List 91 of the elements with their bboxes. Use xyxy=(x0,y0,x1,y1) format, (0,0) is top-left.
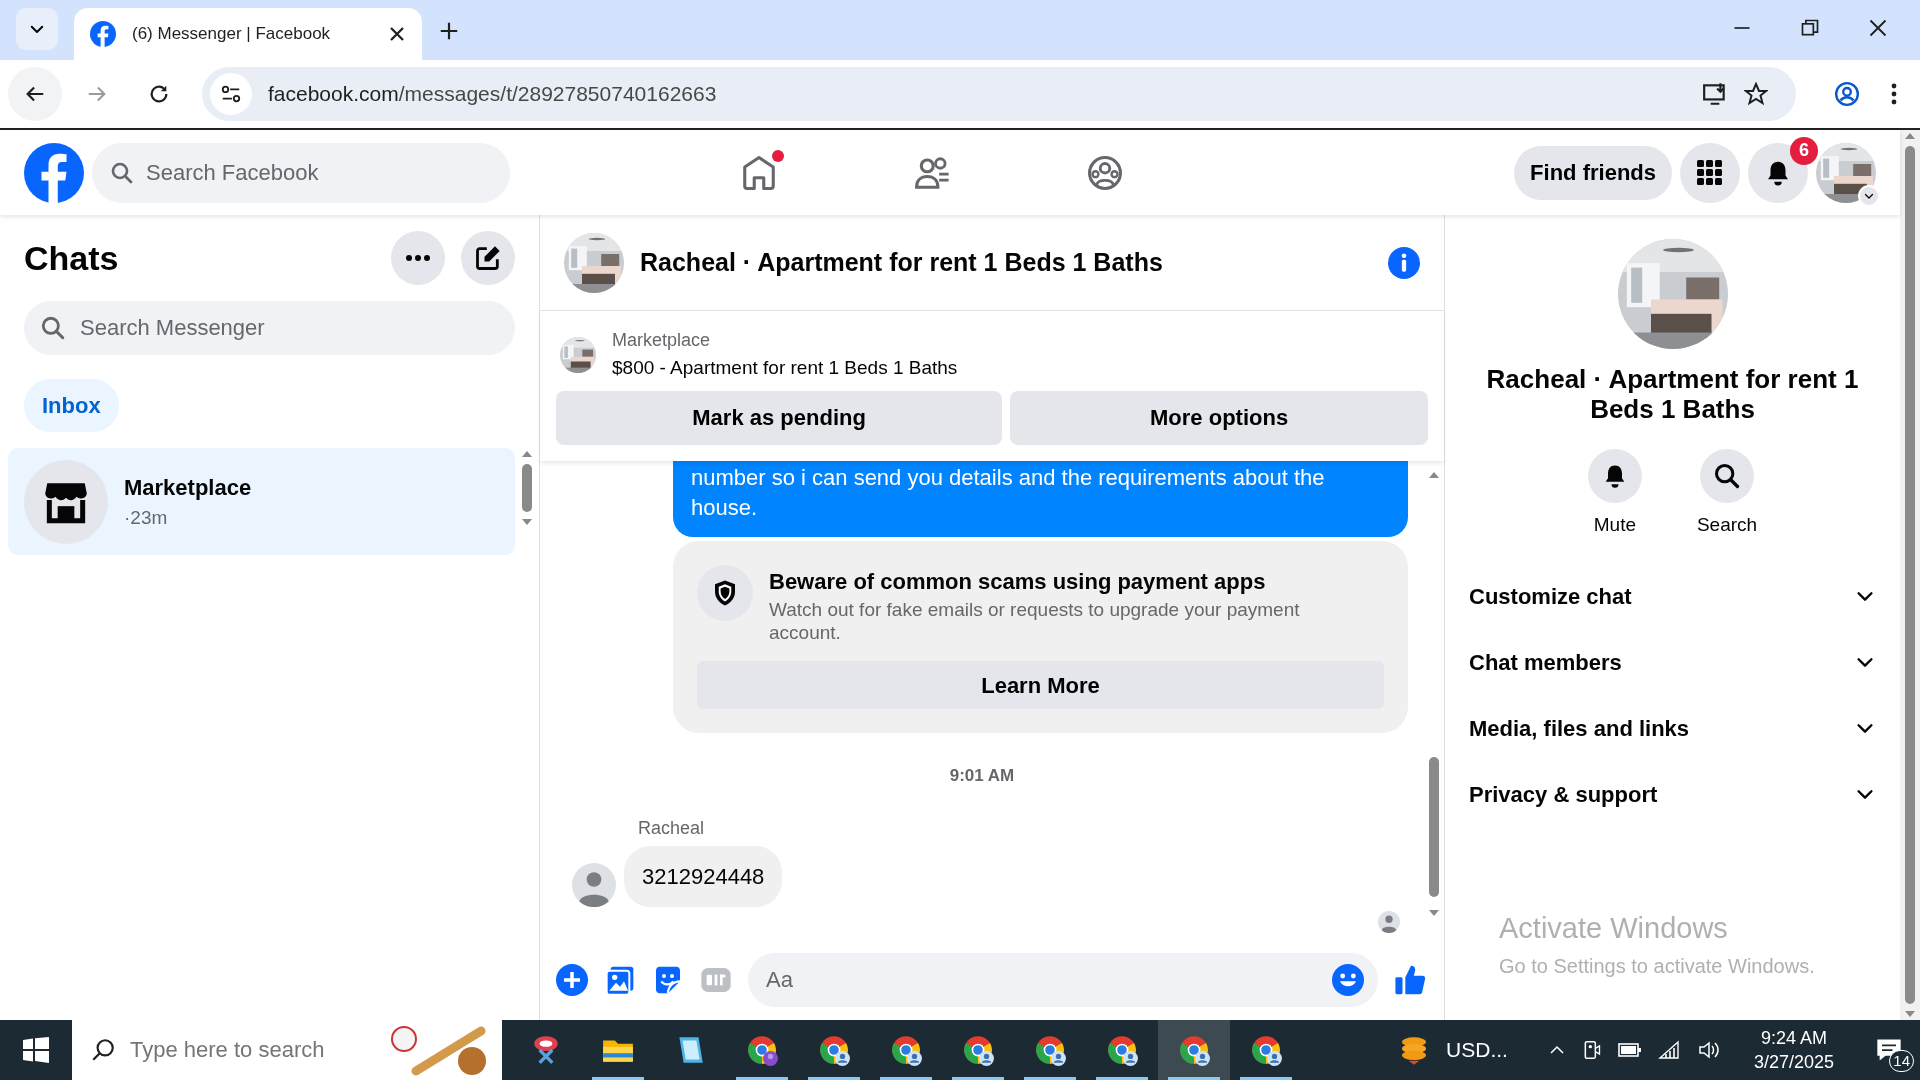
close-icon[interactable] xyxy=(1868,18,1888,38)
section-toggle[interactable]: Media, files and links xyxy=(1469,695,1876,762)
info-icon[interactable] xyxy=(1388,246,1420,279)
menu-icon[interactable] xyxy=(1890,81,1898,107)
timestamp: 9:01 AM xyxy=(948,765,1016,788)
notification-count: 14 xyxy=(1889,1050,1914,1072)
restore-icon[interactable] xyxy=(1800,18,1820,38)
url-text: facebook.com/messages/t/28927850740162663 xyxy=(268,81,718,108)
search-icon xyxy=(90,1037,116,1063)
tray-label[interactable]: USD... xyxy=(1446,1034,1508,1066)
activation-title: Activate Windows xyxy=(1499,911,1729,947)
action-label: Search xyxy=(1696,512,1758,537)
mark-pending-button[interactable]: Mark as pending xyxy=(556,390,1003,445)
sliders-icon xyxy=(220,83,242,105)
browser-icon xyxy=(817,1033,851,1067)
close-icon[interactable] xyxy=(388,25,406,43)
groups-icon[interactable] xyxy=(1086,153,1124,192)
section-toggle[interactable]: Chat members xyxy=(1469,629,1876,696)
listing-source: Marketplace xyxy=(612,329,712,353)
section-label: Customize chat xyxy=(1469,582,1632,611)
browser-icon xyxy=(1177,1033,1211,1067)
more-button[interactable] xyxy=(391,231,445,285)
listing-title: $800 - Apartment for rent 1 Beds 1 Baths xyxy=(612,356,958,381)
chat-list-item[interactable]: Marketplace ·23m xyxy=(8,448,515,555)
sender-name: Racheal xyxy=(638,816,706,840)
scroll-thumb[interactable] xyxy=(522,464,532,512)
chat-time: ·23m xyxy=(124,505,169,530)
clock-date[interactable]: 3/27/2025 xyxy=(1753,1050,1834,1075)
section-label: Privacy & support xyxy=(1469,780,1658,809)
grid-icon xyxy=(1696,158,1724,187)
compose-button[interactable] xyxy=(461,231,515,285)
section-toggle[interactable]: Customize chat xyxy=(1469,563,1876,630)
scroll-thumb[interactable] xyxy=(1905,146,1915,1004)
read-receipt-icon xyxy=(1378,910,1400,933)
address-bar[interactable]: facebook.com/messages/t/28927850740162663 xyxy=(202,67,1796,121)
search-icon xyxy=(1713,461,1741,490)
section-label: Media, files and links xyxy=(1469,714,1690,743)
panel-title: Chats xyxy=(24,237,120,279)
search-field[interactable]: Type here to search xyxy=(72,1020,502,1080)
facebook-logo-icon xyxy=(90,21,116,47)
wifi-icon[interactable] xyxy=(1657,1040,1682,1060)
scroll-thumb[interactable] xyxy=(1429,756,1439,897)
action-label: Mute xyxy=(1593,512,1636,537)
browser-icon xyxy=(889,1033,923,1067)
more-icon xyxy=(405,254,431,262)
conversation-title: Racheal · Apartment for rent 1 Beds 1 Baths xyxy=(1485,365,1860,425)
notification-badge: 6 xyxy=(1790,136,1818,165)
search-icon xyxy=(110,160,134,185)
activation-text: Go to Settings to activate Windows. xyxy=(1499,953,1815,979)
compose-icon xyxy=(474,244,502,272)
volume-icon[interactable] xyxy=(1697,1040,1722,1060)
image-icon[interactable] xyxy=(604,964,636,997)
bookmark-star-icon[interactable] xyxy=(1744,82,1768,106)
clock-time[interactable]: 9:24 AM xyxy=(1753,1025,1834,1050)
battery-icon[interactable] xyxy=(1617,1040,1642,1060)
site-settings-button[interactable] xyxy=(210,73,252,115)
browser-icon xyxy=(1105,1033,1139,1067)
search-field[interactable]: Search Messenger xyxy=(24,301,515,355)
browser-tab[interactable]: (6) Messenger | Facebook xyxy=(74,8,422,60)
search-button[interactable] xyxy=(1700,448,1754,503)
find-friends-button[interactable]: Find friends xyxy=(1514,145,1672,200)
section-toggle[interactable]: Privacy & support xyxy=(1469,761,1876,828)
facebook-logo-icon[interactable] xyxy=(24,142,84,203)
filter-tab[interactable]: Inbox xyxy=(24,379,119,432)
message-bubble: number so i can send you details and the requirements about the house. xyxy=(673,460,1408,537)
browser-icon xyxy=(1249,1033,1283,1067)
chat-name: Marketplace xyxy=(124,473,252,502)
search-field[interactable]: Search Facebook xyxy=(92,142,510,203)
notice-title: Beware of common scams using payment apps xyxy=(769,567,1267,596)
profile-icon[interactable] xyxy=(1834,81,1860,107)
browser-icon xyxy=(961,1033,995,1067)
home-icon[interactable] xyxy=(740,153,778,192)
install-icon[interactable] xyxy=(1702,81,1728,107)
browser-icon xyxy=(745,1033,779,1067)
add-icon[interactable] xyxy=(556,964,588,997)
message-bubble: 3212924448 xyxy=(624,845,783,907)
more-options-button[interactable]: More options xyxy=(1010,390,1428,445)
tab-title: (6) Messenger | Facebook xyxy=(132,23,332,46)
avatar-icon xyxy=(572,862,616,907)
reload-icon xyxy=(148,83,170,105)
search-icon xyxy=(40,315,66,341)
message-field[interactable]: Aa xyxy=(748,953,1378,1008)
scrollbar[interactable] xyxy=(1900,130,1920,1020)
section-label: Chat members xyxy=(1469,648,1622,677)
conversation-title: Racheal · Apartment for rent 1 Beds 1 Baths xyxy=(640,246,1164,278)
browser-icon xyxy=(1033,1033,1067,1067)
emoji-icon[interactable] xyxy=(1332,964,1364,997)
notice-text: Watch out for fake emails or requests to upgrade your payment account. xyxy=(769,597,1301,646)
taskbar-app-button[interactable] xyxy=(1158,1020,1230,1080)
new-tab-icon[interactable] xyxy=(438,20,460,42)
learn-more-button[interactable]: Learn More xyxy=(697,661,1384,710)
